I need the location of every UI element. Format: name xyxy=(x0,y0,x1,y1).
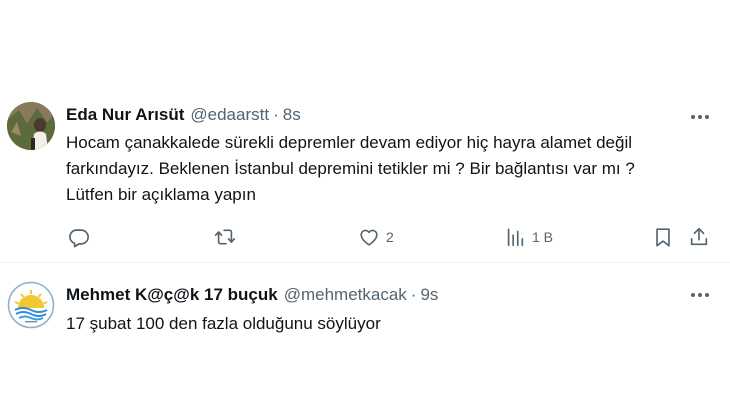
tweet-text: 17 şubat 100 den fazla olduğunu söylüyor xyxy=(66,311,710,337)
bookmark-button[interactable] xyxy=(652,223,674,251)
heart-icon xyxy=(360,229,378,246)
reply-button[interactable] xyxy=(68,223,90,251)
author-handle[interactable]: @edaarstt xyxy=(190,104,269,126)
timestamp[interactable]: 9s xyxy=(420,284,438,306)
more-options-icon[interactable] xyxy=(688,106,712,128)
retweet-icon xyxy=(214,229,236,245)
bookmark-icon xyxy=(656,228,670,247)
author-name[interactable]: Mehmet K@ç@k 17 buçuk xyxy=(66,284,278,306)
tweet-text-line: 17 şubat 100 den fazla olduğunu söylüyor xyxy=(66,314,381,333)
reply-icon xyxy=(69,229,89,248)
author-handle[interactable]: @mehmetkacak xyxy=(284,284,407,306)
tweet-text-line: Lütfen bir açıklama yapın xyxy=(66,185,256,204)
tweet-text-line: farkındayız. Beklenen İstanbul depremini… xyxy=(66,159,635,178)
timestamp[interactable]: 8s xyxy=(283,104,301,126)
tweet[interactable]: Mehmet K@ç@k 17 buçuk @mehmetkacak · 9s … xyxy=(0,263,730,420)
like-button[interactable]: 2 xyxy=(358,223,394,251)
views-button[interactable]: 1 B xyxy=(504,223,553,251)
tweet-text-line: Hocam çanakkalede sürekli depremler deva… xyxy=(66,133,632,152)
share-button[interactable] xyxy=(688,223,710,251)
like-count: 2 xyxy=(386,229,394,245)
avatar[interactable] xyxy=(7,281,55,329)
more-options-icon[interactable] xyxy=(688,284,712,306)
avatar[interactable] xyxy=(7,102,55,150)
tweet-header: Mehmet K@ç@k 17 buçuk @mehmetkacak · 9s xyxy=(66,284,690,306)
separator-dot: · xyxy=(410,285,417,304)
share-icon xyxy=(690,227,708,246)
tweet[interactable]: Eda Nur Arısüt @edaarstt · 8s Hocam çana… xyxy=(0,90,730,262)
separator-dot: · xyxy=(273,105,279,124)
author-name[interactable]: Eda Nur Arısüt xyxy=(66,104,184,126)
tweet-text: Hocam çanakkalede sürekli depremler deva… xyxy=(66,130,710,208)
tweet-actions: 2 1 B xyxy=(66,223,712,251)
avatar-photo xyxy=(7,102,55,150)
views-chart-icon xyxy=(507,228,524,247)
avatar-logo-icon xyxy=(7,281,55,329)
tweet-header: Eda Nur Arısüt @edaarstt · 8s xyxy=(66,104,690,126)
retweet-button[interactable] xyxy=(214,223,236,251)
views-count: 1 B xyxy=(532,229,554,245)
